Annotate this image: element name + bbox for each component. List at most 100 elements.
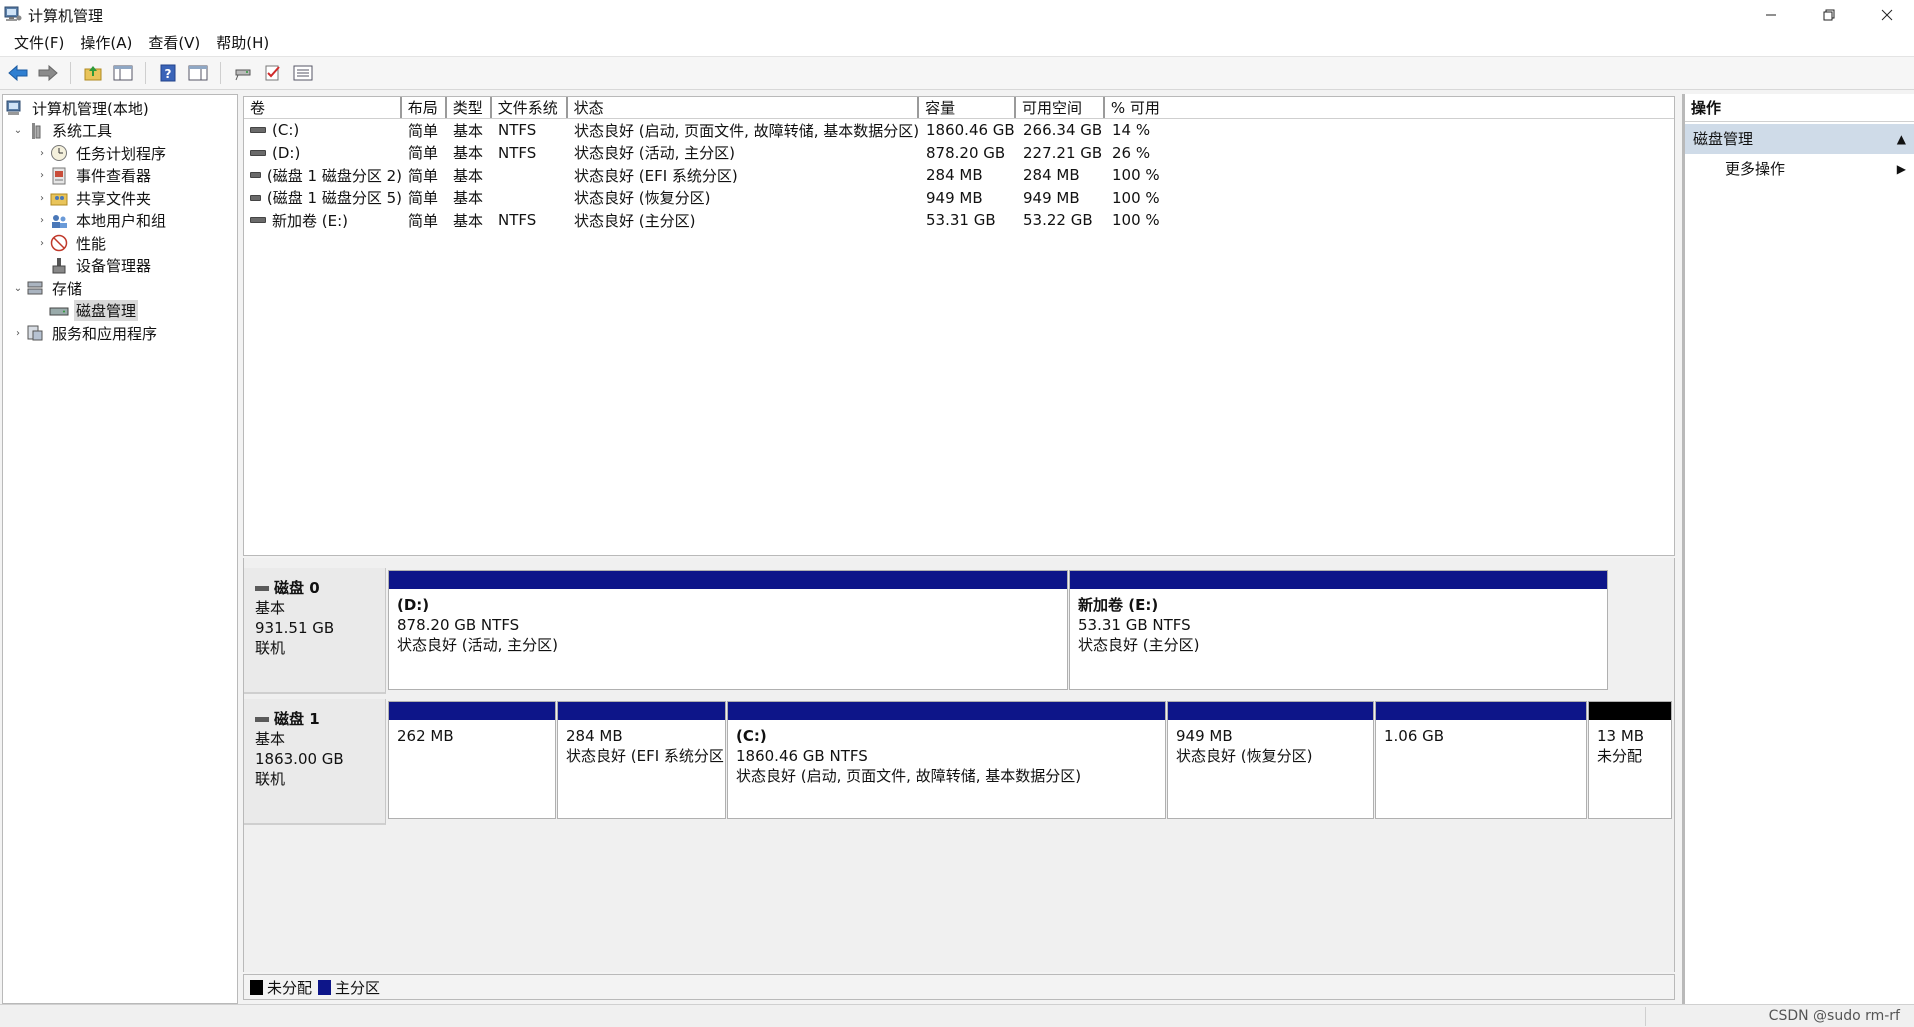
help-button[interactable]: ? xyxy=(154,60,182,86)
tree-item-task-scheduler[interactable]: › 任务计划程序 xyxy=(3,142,237,165)
tree-item-services-applications[interactable]: › 服务和应用程序 xyxy=(3,322,237,345)
partition-type-bar xyxy=(558,702,725,720)
volume-name: (D:) xyxy=(272,143,301,162)
chevron-right-icon[interactable]: › xyxy=(35,148,49,159)
up-level-button[interactable] xyxy=(79,60,107,86)
minimize-button[interactable] xyxy=(1742,0,1800,30)
watermark: CSDN @sudo rm-rf xyxy=(1768,1008,1900,1024)
tree-item-local-users-groups[interactable]: › 本地用户和组 xyxy=(3,210,237,233)
action-section-label: 磁盘管理 xyxy=(1693,130,1754,148)
partition-status: 状态良好 (活动, 主分区) xyxy=(397,636,559,654)
chevron-down-icon[interactable]: ⌄ xyxy=(11,125,25,136)
storage-icon xyxy=(25,279,45,297)
partition-type-bar xyxy=(1070,571,1607,589)
partition-disk1-1[interactable]: 262 MB xyxy=(388,701,556,819)
volume-filesystem: NTFS xyxy=(498,143,537,162)
column-header-status[interactable]: 状态 xyxy=(568,97,920,118)
action-more-actions[interactable]: 更多操作 ▶ xyxy=(1685,154,1914,184)
chevron-right-icon[interactable]: › xyxy=(35,193,49,204)
volume-name: 新加卷 (E:) xyxy=(272,211,349,230)
connect-button[interactable] xyxy=(229,60,257,86)
column-header-filesystem[interactable]: 文件系统 xyxy=(492,97,568,118)
partition-c[interactable]: (C:) 1860.46 GB NTFS 状态良好 (启动, 页面文件, 故障转… xyxy=(727,701,1166,819)
up-folder-icon xyxy=(84,66,102,81)
disk-status: 联机 xyxy=(255,639,286,657)
column-header-free-space[interactable]: 可用空间 xyxy=(1016,97,1105,118)
partition-size: 13 MB xyxy=(1597,727,1645,745)
menu-action[interactable]: 操作(A) xyxy=(72,30,140,56)
chevron-right-icon[interactable]: › xyxy=(35,215,49,226)
list-view-button[interactable] xyxy=(289,60,317,86)
column-header-type[interactable]: 类型 xyxy=(447,97,492,118)
volume-icon xyxy=(250,194,261,201)
check-button[interactable] xyxy=(259,60,287,86)
restore-button[interactable] xyxy=(1800,0,1858,30)
volume-row[interactable]: (D:) 简单 基本 NTFS 状态良好 (活动, 主分区) 878.20 GB… xyxy=(244,142,1674,165)
close-button[interactable] xyxy=(1858,0,1914,30)
partition-unallocated[interactable]: 13 MB 未分配 xyxy=(1588,701,1672,819)
volume-layout: 简单 xyxy=(408,189,439,208)
partition-recovery[interactable]: 949 MB 状态良好 (恢复分区) xyxy=(1167,701,1374,819)
tree-item-computer-management[interactable]: 计算机管理(本地) xyxy=(3,97,237,120)
disk-0-label[interactable]: 磁盘 0 基本 931.51 GB 联机 xyxy=(244,568,386,694)
volume-row[interactable]: (磁盘 1 磁盘分区 5) 简单 基本 状态良好 (恢复分区) 949 MB 9… xyxy=(244,187,1674,210)
volume-percent-free: 100 % xyxy=(1112,211,1160,230)
menu-file[interactable]: 文件(F) xyxy=(6,30,72,56)
partition-d[interactable]: (D:) 878.20 GB NTFS 状态良好 (活动, 主分区) xyxy=(388,570,1068,690)
show-hide-tree-button[interactable] xyxy=(109,60,137,86)
partition-size: 949 MB xyxy=(1176,727,1233,745)
partition-efi[interactable]: 284 MB 状态良好 (EFI 系统分区 xyxy=(557,701,726,819)
back-button[interactable] xyxy=(4,60,32,86)
partition-disk1-5[interactable]: 1.06 GB xyxy=(1375,701,1587,819)
menu-help[interactable]: 帮助(H) xyxy=(208,30,277,56)
tree-item-label: 计算机管理(本地) xyxy=(32,99,149,118)
volume-row[interactable]: (磁盘 1 磁盘分区 2) 简单 基本 状态良好 (EFI 系统分区) 284 … xyxy=(244,164,1674,187)
volume-list-header: 卷 布局 类型 文件系统 状态 容量 可用空间 % 可用 xyxy=(244,97,1674,119)
tree-item-device-manager[interactable]: 设备管理器 xyxy=(3,255,237,278)
tree-item-storage[interactable]: ⌄ 存储 xyxy=(3,277,237,300)
menu-view[interactable]: 查看(V) xyxy=(140,30,208,56)
performance-icon xyxy=(49,234,69,252)
collapse-up-icon[interactable]: ▲ xyxy=(1897,124,1906,154)
volume-name: (磁盘 1 磁盘分区 5) xyxy=(266,189,402,208)
partition-e[interactable]: 新加卷 (E:) 53.31 GB NTFS 状态良好 (主分区) xyxy=(1069,570,1608,690)
volume-icon xyxy=(250,172,261,179)
tree-item-performance[interactable]: › 性能 xyxy=(3,232,237,255)
volume-status: 状态良好 (活动, 主分区) xyxy=(574,144,736,163)
chevron-down-icon[interactable]: ⌄ xyxy=(11,283,25,294)
partition-size: 262 MB xyxy=(397,727,454,745)
volume-type: 基本 xyxy=(453,144,484,163)
tree-item-disk-management[interactable]: 磁盘管理 xyxy=(3,300,237,323)
help-icon: ? xyxy=(160,64,176,82)
shared-folder-icon xyxy=(49,189,69,207)
partition-status: 未分配 xyxy=(1597,747,1643,765)
column-header-layout[interactable]: 布局 xyxy=(402,97,447,118)
toolbar-separator xyxy=(70,62,71,84)
volume-row[interactable]: 新加卷 (E:) 简单 基本 NTFS 状态良好 (主分区) 53.31 GB … xyxy=(244,209,1674,232)
list-view-icon xyxy=(293,65,313,81)
tree-item-label: 事件查看器 xyxy=(76,167,152,186)
chevron-right-icon[interactable]: › xyxy=(35,170,49,181)
tree-item-event-viewer[interactable]: › 事件查看器 xyxy=(3,165,237,188)
volume-layout: 简单 xyxy=(408,211,439,230)
column-header-volume[interactable]: 卷 xyxy=(244,97,402,118)
volume-type: 基本 xyxy=(453,189,484,208)
column-header-capacity[interactable]: 容量 xyxy=(919,97,1016,118)
disk-map: 磁盘 0 基本 931.51 GB 联机 (D:) 878.20 GB NTFS… xyxy=(243,558,1675,972)
tree-item-system-tools[interactable]: ⌄ 系统工具 xyxy=(3,120,237,143)
tree-item-shared-folders[interactable]: › 共享文件夹 xyxy=(3,187,237,210)
volume-free-space: 53.22 GB xyxy=(1023,211,1093,230)
chevron-right-icon[interactable]: › xyxy=(35,238,49,249)
volume-row[interactable]: (C:) 简单 基本 NTFS 状态良好 (启动, 页面文件, 故障转储, 基本… xyxy=(244,119,1674,142)
action-section-disk-management[interactable]: 磁盘管理 ▲ xyxy=(1685,124,1914,154)
menu-bar: 文件(F) 操作(A) 查看(V) 帮助(H) xyxy=(0,30,1914,56)
properties-button[interactable] xyxy=(184,60,212,86)
partition-size: 284 MB xyxy=(566,727,623,745)
disk-size: 931.51 GB xyxy=(255,619,335,637)
chevron-right-icon[interactable]: › xyxy=(11,328,25,339)
column-header-percent-free[interactable]: % 可用 xyxy=(1105,97,1674,118)
partition-type-bar xyxy=(1168,702,1373,720)
disk-icon xyxy=(255,716,269,722)
forward-button[interactable] xyxy=(34,60,62,86)
disk-1-label[interactable]: 磁盘 1 基本 1863.00 GB 联机 xyxy=(244,699,386,825)
